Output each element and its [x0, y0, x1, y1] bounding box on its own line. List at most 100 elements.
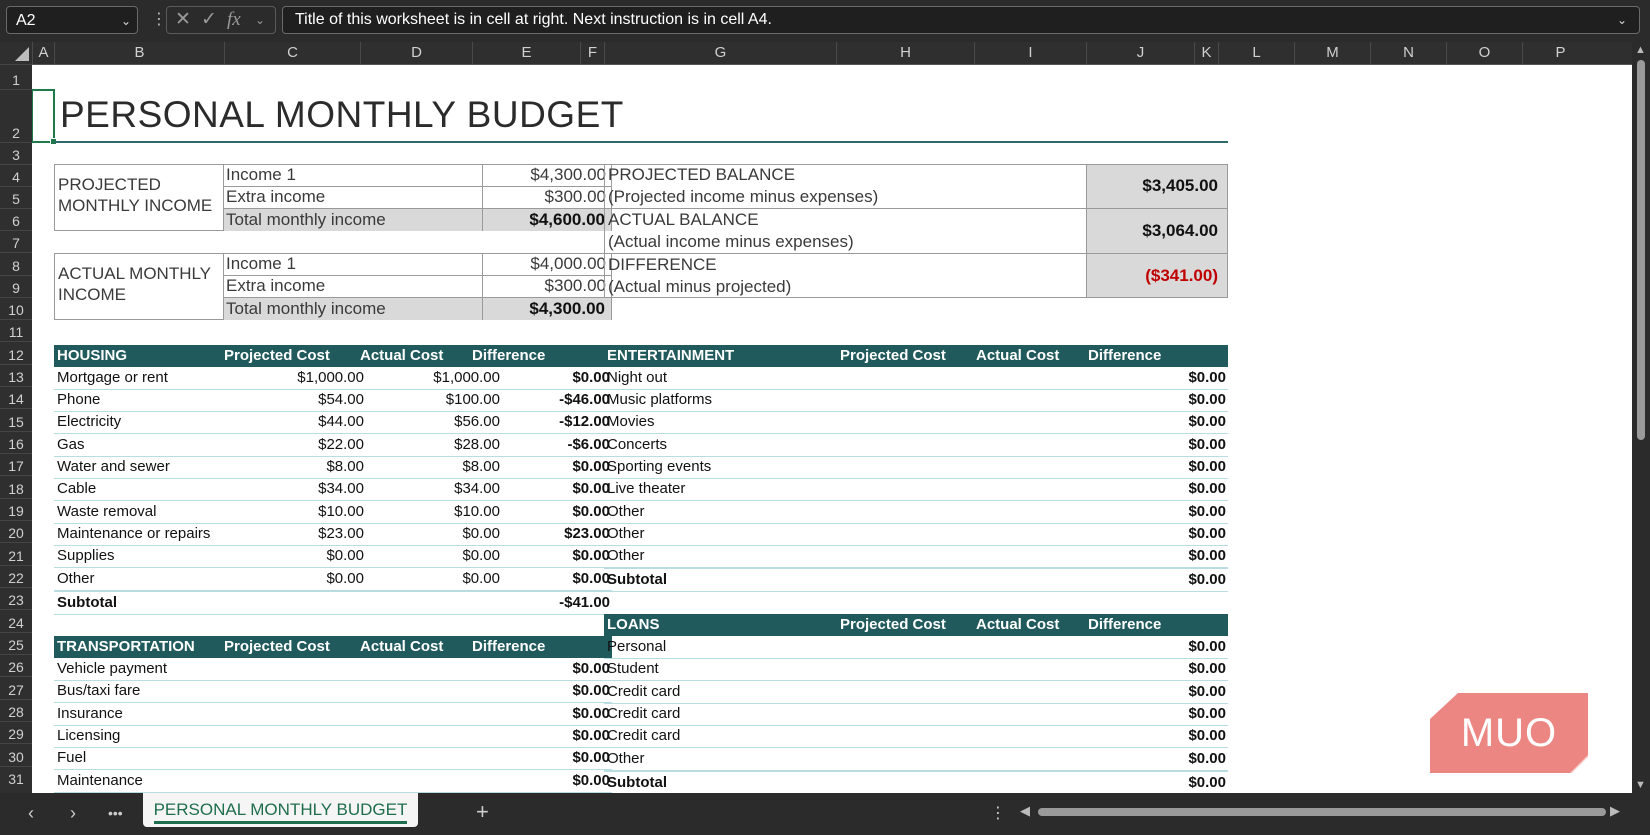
actual-cell[interactable]: $100.00	[446, 389, 500, 411]
row-header[interactable]: 4	[0, 164, 32, 186]
column-header[interactable]: F	[580, 42, 604, 64]
header-cell[interactable]: Projected Cost	[224, 345, 330, 367]
item-cell[interactable]: Gas	[57, 434, 217, 456]
row-header[interactable]: 1	[0, 64, 32, 89]
chevron-down-icon[interactable]: ⌄	[255, 9, 265, 31]
column-header[interactable]: K	[1194, 42, 1218, 64]
item-cell[interactable]: Concerts	[607, 434, 667, 456]
table-row[interactable]: Other $0.00 $0.00 $0.00	[54, 568, 612, 591]
difference-cell[interactable]: $0.00	[1188, 703, 1226, 725]
table-row[interactable]: Electricity $44.00 $56.00 -$12.00	[54, 411, 612, 434]
scroll-right-icon[interactable]: ▶	[1610, 803, 1620, 819]
item-cell[interactable]: Credit card	[607, 703, 680, 725]
header-cell[interactable]: HOUSING	[57, 345, 127, 367]
row-header[interactable]: 22	[0, 565, 32, 587]
column-header[interactable]: B	[54, 42, 224, 64]
header-cell[interactable]: Actual Cost	[360, 636, 443, 658]
difference-cell[interactable]: $0.00	[1188, 545, 1226, 567]
row-header[interactable]: 14	[0, 386, 32, 408]
row-header[interactable]: 2	[0, 89, 32, 142]
projected-balance-value[interactable]: $3,405.00	[1088, 175, 1218, 197]
income-value[interactable]: $4,000.00	[484, 253, 606, 275]
subtotal-value[interactable]: $0.00	[1188, 569, 1226, 591]
table-row[interactable]: Live theater $0.00	[604, 478, 1228, 501]
scroll-thumb[interactable]	[1038, 808, 1606, 816]
row-header[interactable]: 23	[0, 587, 32, 609]
table-row[interactable]: Maintenance or repairs $23.00 $0.00 $23.…	[54, 523, 612, 546]
difference-value[interactable]: ($341.00)	[1088, 265, 1218, 287]
actual-cell[interactable]: $1,000.00	[433, 367, 500, 389]
header-cell[interactable]: Difference	[1088, 614, 1161, 636]
table-row[interactable]: Phone $54.00 $100.00 -$46.00	[54, 389, 612, 412]
column-header[interactable]: A	[32, 42, 54, 64]
actual-cell[interactable]: $34.00	[454, 478, 500, 500]
table-row[interactable]: Gas $22.00 $28.00 -$6.00	[54, 434, 612, 457]
table-row[interactable]: Personal $0.00	[604, 636, 1228, 659]
table-row[interactable]: Concerts $0.00	[604, 434, 1228, 457]
header-cell[interactable]: ENTERTAINMENT	[607, 345, 734, 367]
table-row[interactable]: Mortgage or rent $1,000.00 $1,000.00 $0.…	[54, 367, 612, 390]
subtotal-row[interactable]: Subtotal $0.00	[604, 567, 1228, 592]
income-total-value[interactable]: $4,300.00	[483, 298, 611, 320]
row-header[interactable]: 6	[0, 208, 32, 230]
add-sheet-icon[interactable]: +	[476, 799, 489, 825]
item-cell[interactable]: Fuel	[57, 747, 86, 769]
check-icon[interactable]: ✓	[201, 9, 217, 31]
sheet-tab[interactable]: PERSONAL MONTHLY BUDGET	[143, 793, 418, 827]
projected-cell[interactable]: $23.00	[318, 523, 364, 545]
header-cell[interactable]: Difference	[472, 345, 545, 367]
income-total-label[interactable]: Total monthly income	[224, 298, 482, 320]
table-row[interactable]: Bus/taxi fare $0.00	[54, 680, 612, 703]
table-row[interactable]: Maintenance $0.00	[54, 770, 612, 793]
item-cell[interactable]: Maintenance	[57, 770, 143, 792]
item-cell[interactable]: Other	[607, 501, 645, 523]
item-cell[interactable]: Cable	[57, 478, 217, 500]
difference-cell[interactable]: $0.00	[1188, 367, 1226, 389]
difference-cell[interactable]: $0.00	[1188, 434, 1226, 456]
row-header[interactable]: 13	[0, 364, 32, 386]
table-row[interactable]: Waste removal $10.00 $10.00 $0.00	[54, 501, 612, 524]
header-cell[interactable]: Actual Cost	[976, 345, 1059, 367]
subtotal-value[interactable]: -$41.00	[559, 592, 610, 614]
actual-cell[interactable]: $28.00	[454, 434, 500, 456]
subtotal-row[interactable]: Subtotal $0.00	[604, 770, 1228, 793]
row-header[interactable]: 10	[0, 297, 32, 319]
column-header[interactable]: E	[472, 42, 580, 64]
expand-formula-icon[interactable]: ⌄	[1617, 7, 1627, 33]
row-header[interactable]: 21	[0, 542, 32, 565]
select-all-corner[interactable]	[0, 42, 32, 64]
column-header[interactable]: G	[604, 42, 836, 64]
name-box[interactable]: A2 ⌄	[6, 6, 138, 34]
table-row[interactable]: Supplies $0.00 $0.00 $0.00	[54, 545, 612, 568]
chevron-left-icon[interactable]: ‹	[28, 803, 34, 824]
more-vertical-icon[interactable]: ⋮	[990, 803, 1006, 823]
item-cell[interactable]: Phone	[57, 389, 217, 411]
vertical-scrollbar[interactable]: ▲ ▼	[1632, 42, 1650, 793]
row-header[interactable]: 24	[0, 609, 32, 632]
row-header[interactable]: 30	[0, 743, 32, 766]
fx-icon[interactable]: fx	[227, 9, 241, 31]
row-header[interactable]: 9	[0, 275, 32, 297]
table-row[interactable]: Other $0.00	[604, 748, 1228, 771]
item-cell[interactable]: Personal	[607, 636, 666, 658]
item-cell[interactable]: Maintenance or repairs	[57, 523, 217, 545]
row-header[interactable]: 12	[0, 341, 32, 364]
table-row[interactable]: Fuel $0.00	[54, 747, 612, 770]
row-header[interactable]: 18	[0, 475, 32, 498]
cancel-icon[interactable]: ✕	[175, 9, 191, 31]
item-cell[interactable]: Movies	[607, 411, 655, 433]
table-row[interactable]: Student $0.00	[604, 658, 1228, 681]
projected-cell[interactable]: $8.00	[326, 456, 364, 478]
difference-cell[interactable]: $0.00	[1188, 478, 1226, 500]
table-row[interactable]: Water and sewer $8.00 $8.00 $0.00	[54, 456, 612, 479]
item-cell[interactable]: Licensing	[57, 725, 120, 747]
row-header[interactable]: 19	[0, 498, 32, 520]
difference-cell[interactable]: $0.00	[1188, 725, 1226, 747]
horizontal-scrollbar[interactable]: ◀ ▶	[1020, 803, 1620, 819]
header-cell[interactable]: Difference	[1088, 345, 1161, 367]
row-header[interactable]: 20	[0, 520, 32, 542]
income-label[interactable]: Extra income	[226, 275, 476, 297]
income-value[interactable]: $4,300.00	[484, 164, 606, 186]
active-cell[interactable]	[32, 89, 57, 145]
table-row[interactable]: Movies $0.00	[604, 411, 1228, 434]
